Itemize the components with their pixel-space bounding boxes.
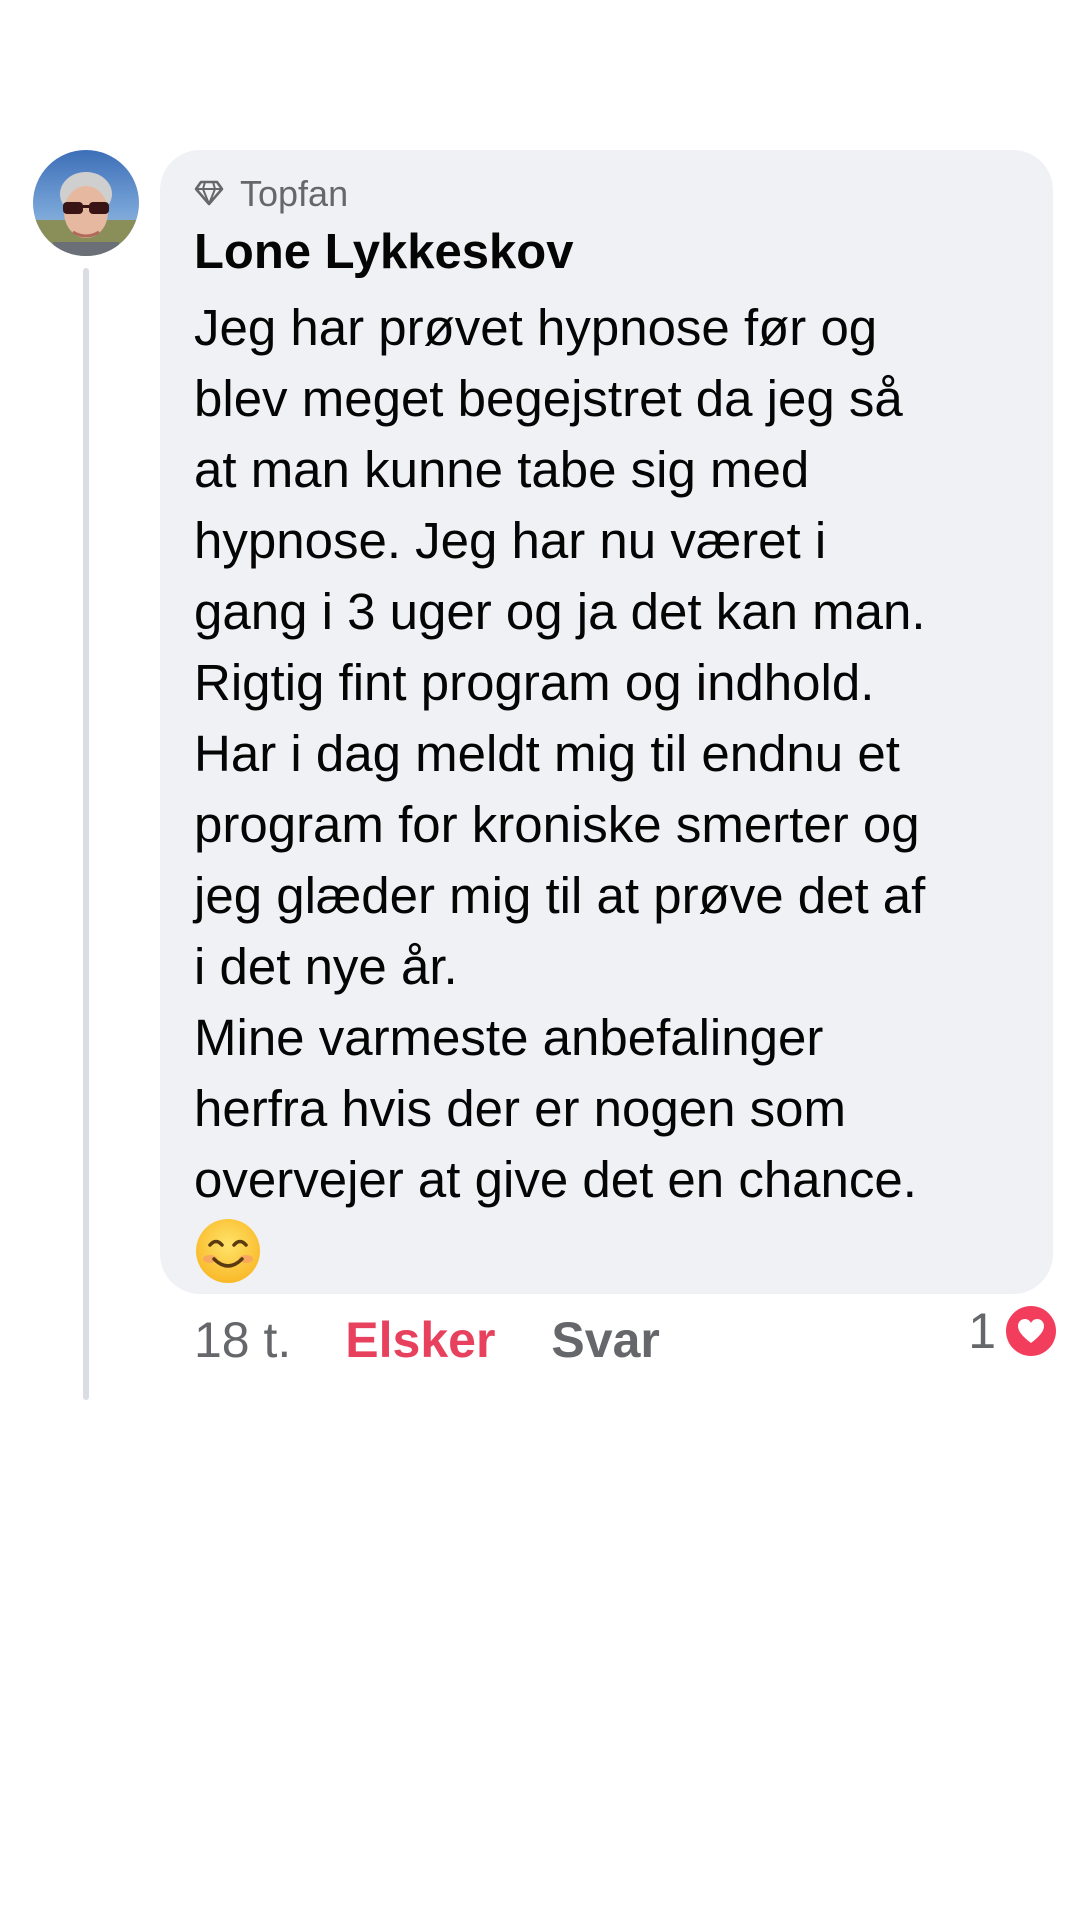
love-button[interactable]: Elsker xyxy=(345,1311,495,1369)
comment-actions: 18 t. Elsker Svar xyxy=(194,1310,660,1370)
badge-label: Topfan xyxy=(240,173,349,214)
comment-timestamp[interactable]: 18 t. xyxy=(194,1311,291,1369)
reaction-count: 1 xyxy=(968,1303,996,1359)
heart-icon xyxy=(1006,1306,1056,1356)
diamond-icon xyxy=(194,179,228,209)
comment-text: Jeg har prøvet hypnose før og blev meget… xyxy=(194,299,926,1208)
smiling-face-emoji xyxy=(194,1217,262,1285)
thread-line xyxy=(83,268,89,1400)
topfan-badge: Topfan xyxy=(194,172,1023,216)
comment-bubble[interactable]: Topfan Lone Lykkeskov Jeg har prøvet hyp… xyxy=(160,150,1053,1294)
avatar[interactable] xyxy=(33,150,139,256)
author-name[interactable]: Lone Lykkeskov xyxy=(194,222,1023,282)
reaction-summary[interactable]: 1 xyxy=(968,1302,1056,1360)
reply-button[interactable]: Svar xyxy=(551,1311,659,1369)
